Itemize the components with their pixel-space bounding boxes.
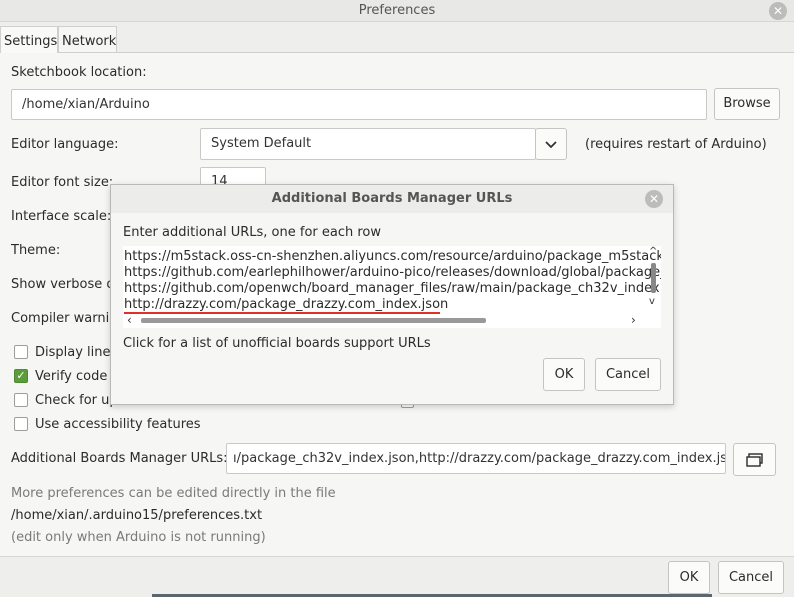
- more-prefs-text: More preferences can be edited directly …: [11, 486, 336, 501]
- dialog-instruction: Enter additional URLs, one for each row: [123, 225, 382, 240]
- scroll-thumb[interactable]: [141, 318, 486, 323]
- ok-button[interactable]: OK: [668, 561, 710, 594]
- dialog-cancel-button[interactable]: Cancel: [595, 358, 661, 391]
- dialog-ok-button[interactable]: OK: [543, 358, 585, 391]
- scroll-left-icon[interactable]: ‹: [127, 313, 132, 327]
- scroll-thumb[interactable]: [651, 263, 656, 293]
- verbose-label: Show verbose ou: [11, 277, 123, 292]
- vertical-scrollbar[interactable]: ^ v: [647, 246, 661, 312]
- window-title: Preferences: [358, 3, 436, 18]
- tab-settings[interactable]: Settings: [0, 26, 58, 53]
- verify-code-checkbox[interactable]: ✓: [14, 369, 28, 383]
- check-updates-checkbox[interactable]: [14, 393, 28, 407]
- font-size-label: Editor font size:: [11, 175, 114, 190]
- check-updates-label: Check for up: [35, 393, 118, 408]
- horizontal-scrollbar[interactable]: ‹ ›: [123, 312, 647, 328]
- dialog-title: Additional Boards Manager URLs: [271, 191, 513, 206]
- title-bar: Preferences ✕: [0, 0, 794, 22]
- boards-urls-label: Additional Boards Manager URLs:: [11, 451, 228, 466]
- dialog-title-bar: Additional Boards Manager URLs: [111, 185, 673, 213]
- tab-label: Settings: [4, 34, 58, 49]
- chevron-down-icon[interactable]: [535, 128, 567, 160]
- compiler-warnings-label: Compiler warning: [11, 311, 126, 326]
- sketchbook-input[interactable]: /home/xian/Arduino: [11, 89, 707, 120]
- scroll-right-icon[interactable]: ›: [631, 313, 636, 327]
- tab-network[interactable]: Network: [58, 26, 117, 53]
- edit-note: (edit only when Arduino is not running): [11, 530, 266, 545]
- close-icon[interactable]: ✕: [645, 190, 663, 208]
- urls-textarea[interactable]: https://m5stack.oss-cn-shenzhen.aliyuncs…: [123, 246, 661, 328]
- theme-label: Theme:: [11, 243, 61, 258]
- boards-urls-input[interactable]: ı/package_ch32v_index.json,http://drazzy…: [226, 443, 726, 474]
- verify-code-label: Verify code a: [35, 369, 120, 384]
- tab-label: Network: [62, 34, 117, 49]
- scroll-down-icon[interactable]: v: [649, 296, 655, 307]
- prefs-path: /home/xian/.arduino15/preferences.txt: [11, 508, 263, 523]
- restart-note: (requires restart of Arduino): [585, 137, 767, 152]
- url-line: http://drazzy.com/package_drazzy.com_ind…: [124, 297, 449, 312]
- url-line: https://m5stack.oss-cn-shenzhen.aliyuncs…: [124, 249, 661, 264]
- accessibility-label: Use accessibility features: [35, 417, 201, 432]
- url-line: https://github.com/openwch/board_manager…: [124, 281, 661, 296]
- accessibility-checkbox[interactable]: [14, 417, 28, 431]
- url-line: https://github.com/earlephilhower/arduin…: [124, 265, 661, 280]
- window-icon[interactable]: [733, 443, 776, 476]
- sketchbook-label: Sketchbook location:: [11, 65, 147, 80]
- editor-language-label: Editor language:: [11, 137, 119, 152]
- browse-button[interactable]: Browse: [714, 88, 780, 120]
- cancel-button[interactable]: Cancel: [718, 561, 784, 594]
- interface-scale-label: Interface scale:: [11, 209, 112, 224]
- scroll-up-icon[interactable]: ^: [649, 246, 657, 257]
- unofficial-boards-link[interactable]: Click for a list of unofficial boards su…: [123, 336, 431, 351]
- editor-language-select[interactable]: System Default: [200, 128, 536, 160]
- close-icon[interactable]: ✕: [769, 2, 787, 20]
- display-line-checkbox[interactable]: [14, 345, 28, 359]
- boards-urls-dialog: Additional Boards Manager URLs ✕ Enter a…: [110, 184, 674, 405]
